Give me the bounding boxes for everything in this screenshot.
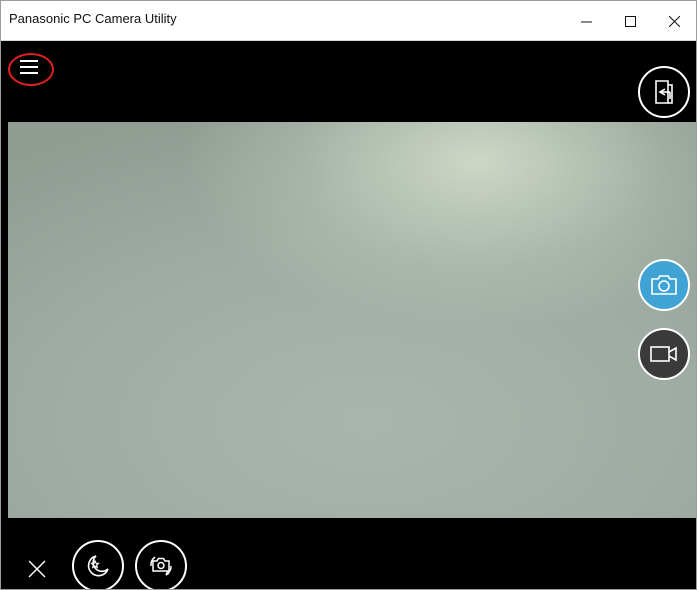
maximize-icon (624, 15, 636, 27)
app-window: Panasonic PC Camera Utility (0, 0, 697, 590)
video-camera-icon (650, 346, 677, 362)
top-toolbar (1, 42, 696, 122)
take-photo-button[interactable] (638, 259, 690, 311)
minimize-button[interactable] (564, 1, 608, 41)
bottom-toolbar (1, 518, 696, 589)
hamburger-menu-icon (20, 60, 38, 74)
maximize-button[interactable] (608, 1, 652, 41)
minimize-icon (580, 21, 592, 22)
title-bar: Panasonic PC Camera Utility (1, 1, 696, 41)
window-controls (564, 1, 696, 41)
export-button[interactable] (638, 66, 690, 118)
close-icon (668, 15, 680, 27)
camera-preview (8, 122, 696, 518)
night-mode-icon (87, 555, 109, 577)
window-title: Panasonic PC Camera Utility (9, 11, 177, 26)
close-icon (28, 560, 46, 578)
record-video-button[interactable] (638, 328, 690, 380)
close-window-button[interactable] (652, 1, 696, 41)
camera-icon (651, 275, 677, 295)
night-mode-button[interactable] (72, 540, 124, 589)
switch-camera-icon (150, 556, 172, 576)
close-camera-button[interactable] (23, 555, 51, 583)
menu-button[interactable] (7, 50, 51, 84)
export-to-folder-icon (655, 80, 673, 104)
switch-camera-button[interactable] (135, 540, 187, 589)
